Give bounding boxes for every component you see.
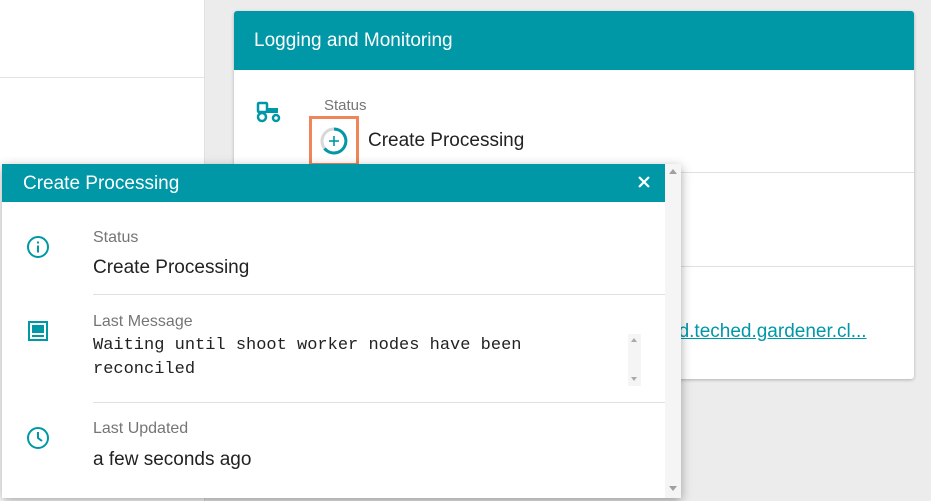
dashboard-link[interactable]: ed.teched.gardener.cl...: [668, 321, 867, 343]
scroll-down-icon[interactable]: [669, 486, 677, 491]
last-message-textarea[interactable]: Waiting until shoot worker nodes have be…: [93, 334, 646, 386]
status-indicator[interactable]: [309, 116, 359, 166]
info-icon: [27, 236, 49, 258]
tractor-icon: [256, 101, 281, 123]
last-message-value: Waiting until shoot worker nodes have be…: [93, 336, 522, 379]
card-title: Logging and Monitoring: [254, 29, 453, 51]
close-icon[interactable]: [634, 172, 654, 192]
last-message-label: Last Message: [93, 313, 193, 330]
status-value: Create Processing: [368, 130, 525, 151]
divider: [93, 294, 665, 295]
progress-ring-icon: [320, 127, 348, 155]
card-header: Logging and Monitoring: [234, 11, 914, 70]
status-value: Create Processing: [93, 257, 250, 278]
message-scrollbar[interactable]: [628, 334, 641, 386]
last-updated-label: Last Updated: [93, 420, 189, 437]
popup-title: Create Processing: [23, 173, 180, 194]
scroll-up-icon[interactable]: [669, 169, 677, 174]
status-row: Status Create Processing: [234, 70, 914, 173]
popup-scrollbar[interactable]: [665, 164, 681, 498]
last-updated-value: a few seconds ago: [93, 449, 252, 470]
divider: [93, 402, 665, 403]
scroll-up-icon[interactable]: [631, 338, 637, 342]
status-label: Status: [93, 229, 139, 246]
left-divider: [0, 77, 204, 78]
popup-header: Create Processing: [2, 164, 665, 202]
status-popup: Create Processing Status Create Processi…: [2, 164, 681, 498]
status-label: Status: [324, 97, 367, 114]
clock-icon: [27, 427, 49, 449]
scroll-down-icon[interactable]: [631, 377, 637, 381]
message-icon: [28, 321, 48, 341]
